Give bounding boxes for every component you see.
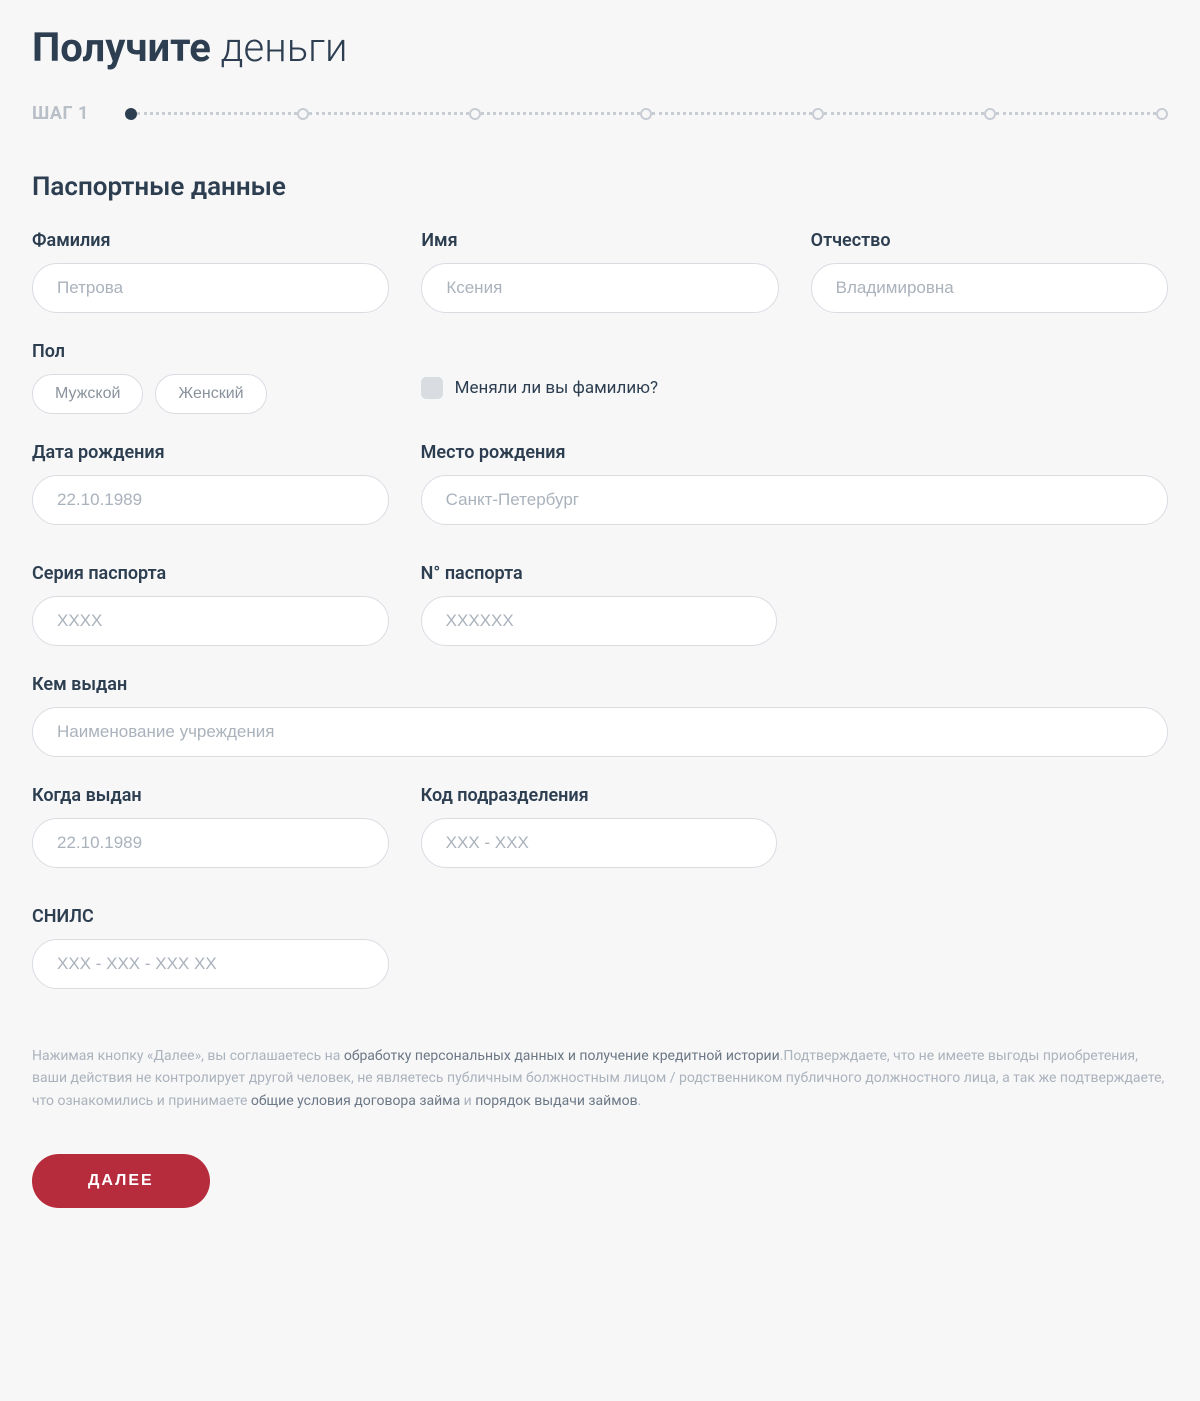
name-changed-label: Меняли ли вы фамилию? bbox=[455, 378, 658, 398]
passport-series-field: Серия паспорта bbox=[32, 563, 389, 646]
birth-date-input[interactable] bbox=[32, 475, 389, 525]
issued-by-field: Кем выдан bbox=[32, 674, 1168, 757]
next-button[interactable]: ДАЛЕЕ bbox=[32, 1154, 210, 1208]
name-changed-field: Меняли ли вы фамилию? bbox=[421, 341, 1168, 414]
step-line bbox=[824, 112, 984, 115]
birth-place-label: Место рождения bbox=[421, 442, 1168, 463]
legal-link-loan-procedure[interactable]: порядок выдачи займов bbox=[475, 1093, 637, 1109]
step-dot-2 bbox=[297, 108, 309, 120]
legal-and: и bbox=[460, 1093, 475, 1109]
step-dot-7 bbox=[1156, 108, 1168, 120]
patronymic-input[interactable] bbox=[811, 263, 1168, 313]
gender-radio-group: Мужской Женский bbox=[32, 374, 389, 414]
last-name-field: Фамилия bbox=[32, 230, 389, 313]
patronymic-field: Отчество bbox=[811, 230, 1168, 313]
passport-series-input[interactable] bbox=[32, 596, 389, 646]
step-label: ШАГ 1 bbox=[32, 103, 89, 124]
birth-date-label: Дата рождения bbox=[32, 442, 389, 463]
step-line bbox=[137, 112, 297, 115]
first-name-input[interactable] bbox=[421, 263, 778, 313]
snils-field: СНИЛС bbox=[32, 906, 389, 989]
passport-series-label: Серия паспорта bbox=[32, 563, 389, 584]
passport-number-field: N° паспорта bbox=[421, 563, 778, 646]
issue-date-label: Когда выдан bbox=[32, 785, 389, 806]
gender-field: Пол Мужской Женский bbox=[32, 341, 389, 414]
gender-female-button[interactable]: Женский bbox=[155, 374, 266, 414]
name-changed-checkbox[interactable] bbox=[421, 377, 443, 399]
snils-input[interactable] bbox=[32, 939, 389, 989]
step-line bbox=[652, 112, 812, 115]
last-name-input[interactable] bbox=[32, 263, 389, 313]
issue-date-input[interactable] bbox=[32, 818, 389, 868]
issue-date-field: Когда выдан bbox=[32, 785, 389, 868]
section-header: Паспортные данные bbox=[32, 172, 1168, 202]
birth-place-input[interactable] bbox=[421, 475, 1168, 525]
step-bar: ШАГ 1 bbox=[32, 103, 1168, 124]
first-name-field: Имя bbox=[421, 230, 778, 313]
gender-male-button[interactable]: Мужской bbox=[32, 374, 143, 414]
gender-label: Пол bbox=[32, 341, 389, 362]
issued-by-input[interactable] bbox=[32, 707, 1168, 757]
issued-by-label: Кем выдан bbox=[32, 674, 1168, 695]
passport-number-input[interactable] bbox=[421, 596, 778, 646]
step-line bbox=[309, 112, 469, 115]
step-dot-3 bbox=[469, 108, 481, 120]
last-name-label: Фамилия bbox=[32, 230, 389, 251]
step-line bbox=[996, 112, 1156, 115]
page-title-light: деньги bbox=[211, 24, 348, 71]
legal-link-data-processing[interactable]: обработку персональных данных и получени… bbox=[344, 1048, 780, 1064]
division-code-label: Код подразделения bbox=[421, 785, 778, 806]
step-dot-5 bbox=[812, 108, 824, 120]
legal-p1: Нажимая кнопку «Далее», вы соглашаетесь … bbox=[32, 1048, 344, 1064]
page-title: Получите деньги bbox=[32, 24, 1168, 71]
birth-place-field: Место рождения bbox=[421, 442, 1168, 525]
step-progress bbox=[125, 108, 1168, 120]
step-dot-4 bbox=[640, 108, 652, 120]
page-title-bold: Получите bbox=[32, 24, 211, 71]
step-dot-6 bbox=[984, 108, 996, 120]
division-code-input[interactable] bbox=[421, 818, 778, 868]
step-line bbox=[481, 112, 641, 115]
step-dot-1 bbox=[125, 108, 137, 120]
snils-label: СНИЛС bbox=[32, 906, 389, 927]
division-code-field: Код подразделения bbox=[421, 785, 778, 868]
first-name-label: Имя bbox=[421, 230, 778, 251]
legal-link-loan-terms[interactable]: общие условия договора займа bbox=[251, 1093, 460, 1109]
patronymic-label: Отчество bbox=[811, 230, 1168, 251]
legal-dot: . bbox=[638, 1093, 642, 1109]
birth-date-field: Дата рождения bbox=[32, 442, 389, 525]
legal-text: Нажимая кнопку «Далее», вы соглашаетесь … bbox=[32, 1045, 1168, 1112]
passport-number-label: N° паспорта bbox=[421, 563, 778, 584]
